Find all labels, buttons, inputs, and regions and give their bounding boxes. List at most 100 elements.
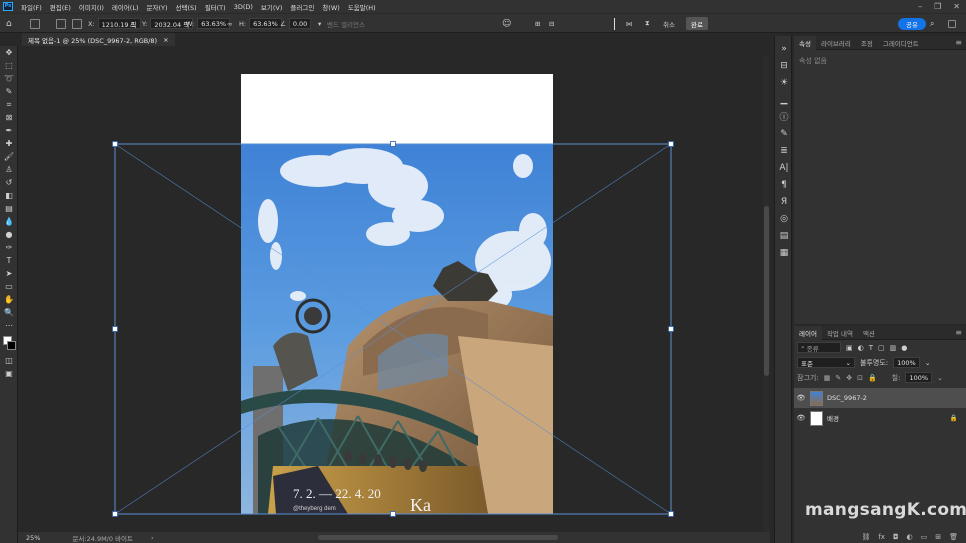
tab-actions[interactable]: 액션 [858, 326, 880, 340]
properties-icon[interactable]: ⊟ [775, 57, 793, 74]
lock-all-icon[interactable]: 🔒 [868, 374, 877, 382]
handle-bottom[interactable] [390, 511, 396, 517]
tab-layers[interactable]: 레이어 [794, 325, 822, 340]
tab-libraries[interactable]: 라이브러리 [816, 36, 856, 50]
transform-tool-icon[interactable] [30, 17, 40, 30]
handle-right[interactable] [668, 326, 674, 332]
filter-type-icon[interactable]: T [869, 344, 873, 352]
opacity-field[interactable]: 100% [893, 357, 920, 368]
brush-tool-icon[interactable]: 🖌 [0, 150, 18, 163]
handle-top-left[interactable] [112, 141, 118, 147]
delete-layer-icon[interactable]: 🗑 [949, 533, 958, 541]
tab-history[interactable]: 작업 내역 [822, 326, 858, 340]
menu-layer[interactable]: 레이어(L) [108, 2, 143, 12]
more-tools-icon[interactable]: ⋯ [0, 319, 18, 332]
pen-tool-icon[interactable]: ✑ [0, 241, 18, 254]
reference-point-toggle[interactable] [56, 17, 66, 30]
path-selection-tool-icon[interactable]: ➤ [0, 267, 18, 280]
menu-image[interactable]: 이미지(I) [75, 2, 108, 12]
commit-transform-button[interactable]: 완료 [686, 17, 708, 30]
minimize-icon[interactable]: – [918, 2, 922, 11]
lock-artboard-icon[interactable]: ⊡ [857, 374, 863, 382]
menu-file[interactable]: 파일(F) [17, 2, 46, 12]
tab-properties[interactable]: 속성 [794, 35, 816, 50]
fx-icon[interactable]: fx [878, 533, 885, 541]
libraries-icon[interactable]: ◎ [775, 210, 793, 227]
filter-shape-icon[interactable]: ▢ [878, 344, 885, 352]
layer-name[interactable]: DSC_9967-2 [827, 394, 867, 402]
link-aspect-icon[interactable]: ∞ [227, 17, 232, 30]
tab-adjustments[interactable]: 조정 [856, 36, 878, 50]
dodge-tool-icon[interactable]: ● [0, 228, 18, 241]
new-layer-icon[interactable]: ⊞ [935, 533, 941, 541]
share-button[interactable]: 공유 [898, 17, 926, 30]
color-swatches[interactable] [0, 332, 18, 354]
layer-name[interactable]: 배경 [827, 413, 839, 423]
delta-icon[interactable]: △ [130, 17, 135, 30]
handle-left[interactable] [112, 326, 118, 332]
warp-icon[interactable]: ⊟ [549, 17, 554, 30]
menu-plugins[interactable]: 플러그인 [286, 2, 318, 12]
glyphs-icon[interactable]: Я [775, 193, 793, 210]
gradient-tool-icon[interactable]: ▤ [0, 202, 18, 215]
panel-menu-icon[interactable]: ≡ [955, 38, 962, 47]
layer-kind-filter[interactable]: ⌕ 종류 [797, 342, 841, 353]
shape-tool-icon[interactable]: ▭ [0, 280, 18, 293]
home-icon[interactable]: ⌂ [6, 17, 12, 30]
close-tab-icon[interactable]: × [163, 36, 168, 44]
close-window-icon[interactable]: ✕ [953, 2, 960, 11]
menu-type[interactable]: 문자(Y) [143, 2, 172, 12]
healing-brush-tool-icon[interactable]: ✚ [0, 137, 18, 150]
brush-settings-icon[interactable]: ✎ [775, 125, 793, 142]
history-brush-tool-icon[interactable]: ↺ [0, 176, 18, 189]
warp-mode-icon[interactable]: ⊞ [535, 17, 540, 30]
menu-3d[interactable]: 3D(D) [230, 3, 257, 11]
fill-chevron-icon[interactable]: ⌄ [937, 374, 943, 382]
histogram-icon[interactable]: ▁ [775, 91, 793, 108]
zoom-level[interactable]: 25% [26, 534, 40, 542]
vertical-scroll-thumb[interactable] [764, 206, 769, 376]
handle-bottom-left[interactable] [112, 511, 118, 517]
link-layers-icon[interactable]: ⛓ [861, 533, 870, 541]
lock-transparent-icon[interactable]: ▦ [824, 374, 831, 382]
restore-icon[interactable]: ❐ [934, 2, 941, 11]
document-tab[interactable]: 제목 없음-1 @ 25% (DSC_9967-2, RGB/8) × [22, 33, 175, 46]
document-info[interactable]: 문서:24.9M/0 바이트 [72, 533, 133, 543]
paragraph-icon[interactable]: ¶ [775, 176, 793, 193]
blend-mode-select[interactable]: 표준 ⌄ [797, 357, 855, 368]
swatches-icon[interactable]: ≣ [775, 142, 793, 159]
menu-filter[interactable]: 필터(T) [201, 2, 230, 12]
filter-smart-object-icon[interactable]: ▥ [890, 344, 897, 352]
angle-field[interactable]: 0.00 [288, 18, 312, 29]
menu-select[interactable]: 선택(S) [172, 2, 201, 12]
fill-field[interactable]: 100% [905, 372, 933, 383]
filter-adjustment-icon[interactable]: ◐ [858, 344, 864, 352]
filter-toggle-icon[interactable]: ● [901, 344, 907, 352]
marquee-tool-icon[interactable]: ⬚ [0, 59, 18, 72]
warp-toggle-icon[interactable]: ⋈ [626, 17, 633, 30]
opacity-chevron-icon[interactable]: ⌄ [925, 359, 931, 367]
menu-help[interactable]: 도움말(H) [344, 2, 380, 12]
visibility-eye-icon[interactable]: 👁 [794, 394, 808, 402]
handle-bottom-right[interactable] [668, 511, 674, 517]
layer-row-background[interactable]: 👁 배경 🔒 [794, 408, 966, 428]
puppet-icon[interactable]: ☺ [502, 17, 511, 30]
status-expand-icon[interactable]: › [151, 534, 154, 542]
menu-edit[interactable]: 편집(E) [46, 2, 75, 12]
crop-tool-icon[interactable]: ⌗ [0, 98, 18, 111]
cancel-transform-button[interactable]: 취소 [663, 17, 675, 30]
new-group-icon[interactable]: ▭ [921, 533, 928, 541]
screen-mode-icon[interactable]: ▣ [0, 367, 18, 380]
workspace-icon[interactable] [948, 17, 956, 30]
vertical-scrollbar[interactable] [763, 56, 770, 532]
h-field[interactable]: 63.63% [249, 18, 282, 29]
w-field[interactable]: 63.63% [197, 18, 231, 29]
adjustments-icon[interactable]: ☀ [775, 74, 793, 91]
type-tool-icon[interactable]: T [0, 254, 18, 267]
hourglass-icon[interactable]: ⧗ [645, 17, 650, 30]
horizontal-scrollbar[interactable] [318, 535, 558, 540]
filter-pixel-icon[interactable]: ▣ [846, 344, 853, 352]
move-tool-icon[interactable]: ✥ [0, 46, 18, 59]
eraser-tool-icon[interactable]: ◧ [0, 189, 18, 202]
canvas-area[interactable]: 7. 2. — 22. 4. 20 Ka @theyberg dem [18, 46, 770, 532]
